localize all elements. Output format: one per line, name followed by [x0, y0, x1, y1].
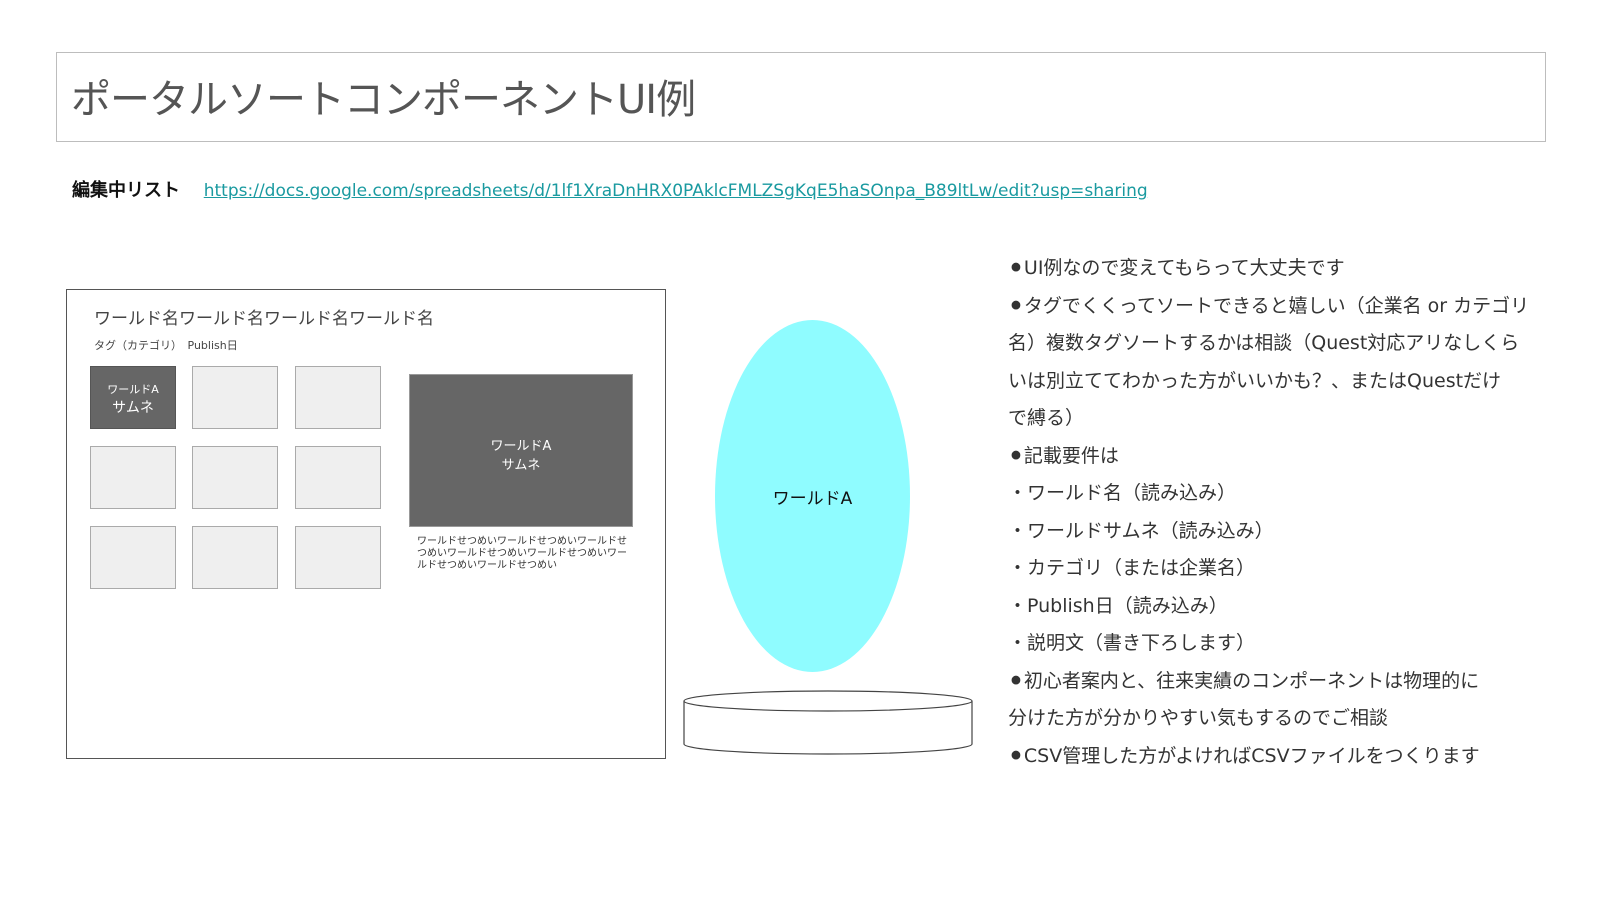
- note-line: ⚫UI例なので変えてもらって大丈夫です: [1008, 257, 1345, 279]
- world-name-title: ワールド名ワールド名ワールド名ワールド名: [94, 309, 434, 329]
- portal-ui-mockup: ワールド名ワールド名ワールド名ワールド名 タグ（カテゴリ） Publish日 ワ…: [66, 289, 666, 759]
- spreadsheet-link[interactable]: https://docs.google.com/spreadsheets/d/1…: [204, 181, 1148, 201]
- preview-label-line2: サムネ: [501, 458, 541, 473]
- portal-world-label: ワールドA: [772, 489, 853, 509]
- tag-publish-meta: タグ（カテゴリ） Publish日: [94, 339, 238, 352]
- world-thumbnail[interactable]: [192, 366, 278, 429]
- note-line: ⚫CSV管理した方がよければCSVファイルをつくります: [1008, 744, 1480, 767]
- world-thumbnail[interactable]: [192, 526, 278, 589]
- note-line: ・ワールドサムネ（読み込み）: [1008, 519, 1274, 542]
- world-thumbnail[interactable]: [192, 446, 278, 509]
- title-box: ポータルソートコンポーネントUI例: [56, 52, 1546, 142]
- thumbnail-label-line2: サムネ: [112, 400, 154, 416]
- note-line: ・カテゴリ（または企業名）: [1008, 557, 1256, 579]
- requirements-notes: ⚫UI例なので変えてもらって大丈夫です ⚫タグでくくってソートできると嬉しい（企業…: [1008, 250, 1548, 775]
- world-thumbnail[interactable]: [90, 526, 176, 589]
- note-line: ⚫初心者案内と、往来実績のコンポーネントは物理的に: [1008, 669, 1480, 692]
- world-thumbnail[interactable]: [295, 366, 381, 429]
- portal-pedestal: [683, 690, 973, 755]
- note-line: で縛る）: [1008, 407, 1085, 429]
- note-line: ・説明文（書き下ろします）: [1008, 632, 1256, 654]
- world-description: ワールドせつめいワールドせつめいワールドせつめいワールドせつめいワールドせつめい…: [417, 536, 627, 571]
- edit-list-row: 編集中リスト https://docs.google.com/spreadshe…: [72, 176, 1148, 202]
- world-thumbnail[interactable]: [295, 446, 381, 509]
- edit-list-label: 編集中リスト: [72, 180, 180, 201]
- preview-label-line1: ワールドA: [490, 439, 552, 454]
- note-line: いは別立ててわかった方がいいかも？、またはQuestだけ: [1008, 369, 1502, 392]
- note-line: 分けた方が分かりやすい気もするのでご相談: [1008, 707, 1389, 729]
- note-line: ・ワールド名（読み込み）: [1008, 482, 1237, 504]
- note-line: ・Publish日（読み込み）: [1008, 594, 1228, 617]
- world-thumbnail[interactable]: [295, 526, 381, 589]
- page-title: ポータルソートコンポーネントUI例: [71, 77, 696, 123]
- thumbnail-label-line1: ワールドA: [107, 383, 159, 396]
- world-thumbnail[interactable]: [90, 446, 176, 509]
- note-line: 名）複数タグソートするかは相談（Quest対応アリなしくら: [1008, 332, 1520, 354]
- world-thumbnail-selected[interactable]: ワールドA サムネ: [90, 366, 176, 429]
- note-line: ⚫タグでくくってソートできると嬉しい（企業名 or カテゴリ: [1008, 294, 1530, 317]
- note-line: ⚫記載要件は: [1008, 444, 1119, 467]
- world-preview-thumbnail: ワールドA サムネ: [409, 374, 633, 527]
